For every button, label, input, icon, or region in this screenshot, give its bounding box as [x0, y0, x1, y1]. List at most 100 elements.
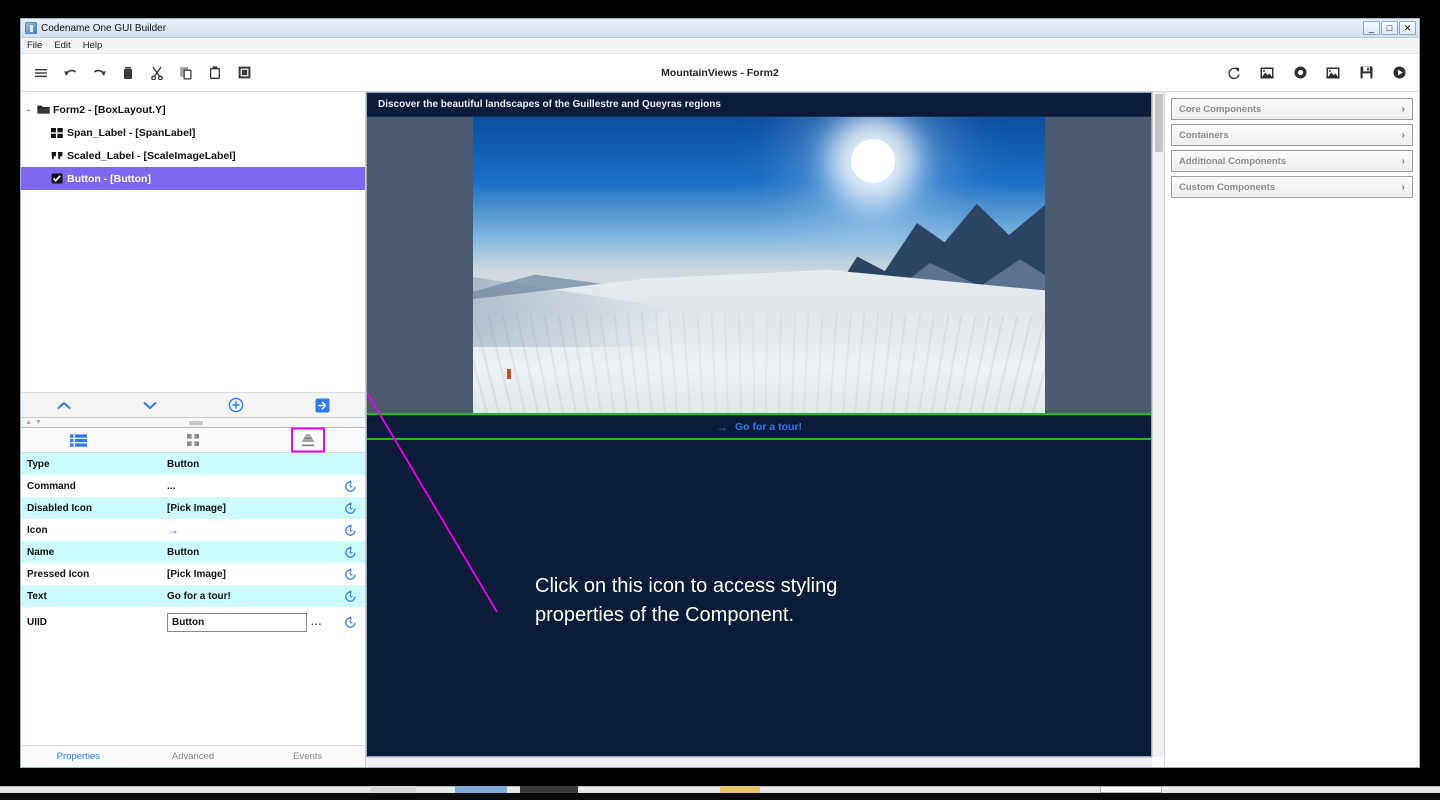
strip-thumb[interactable] — [189, 421, 203, 425]
annotation-text: Click on this icon to access styling pro… — [535, 572, 837, 630]
run-icon[interactable] — [1391, 65, 1407, 81]
canvas-horizontal-scrollbar[interactable] — [366, 757, 1152, 767]
cut-icon[interactable] — [149, 65, 165, 81]
copy-icon[interactable] — [178, 65, 194, 81]
tree-node-label: Span_Label - [SpanLabel] — [67, 126, 196, 139]
uiid-browse-button[interactable]: ... — [311, 617, 322, 628]
palette-section-core-components[interactable]: Core Components › — [1171, 98, 1413, 120]
property-value: Button — [167, 458, 200, 470]
taskbar-item[interactable] — [520, 786, 578, 793]
canvas-vertical-scrollbar[interactable] — [1152, 92, 1164, 757]
palette-section-additional-components[interactable]: Additional Components › — [1171, 150, 1413, 172]
window-controls: _ □ ✕ — [1363, 21, 1417, 35]
tree-node-label: Scaled_Label - [ScaleImageLabel] — [67, 149, 236, 162]
mini-up-caret-icon[interactable]: ▲ — [25, 419, 32, 426]
form-design-canvas[interactable]: Discover the beautiful landscapes of the… — [366, 92, 1152, 757]
revert-icon[interactable] — [335, 567, 365, 581]
property-key: Pressed Icon — [27, 568, 90, 580]
mountain-photo — [473, 117, 1045, 413]
move-down-button[interactable] — [107, 400, 193, 411]
tree-node-form2[interactable]: - Form2 - [BoxLayout.Y] — [21, 98, 365, 121]
canvas-vscroll-thumb[interactable] — [1155, 94, 1163, 152]
list-view-tab[interactable] — [21, 433, 136, 447]
maximize-button[interactable]: □ — [1381, 21, 1398, 35]
paste-icon[interactable] — [207, 65, 223, 81]
palette-section-label: Containers — [1179, 129, 1229, 141]
revert-icon[interactable] — [335, 479, 365, 493]
table-row[interactable]: Text Go for a tour! — [21, 585, 365, 607]
revert-icon[interactable] — [335, 589, 365, 603]
minimize-button[interactable]: _ — [1363, 21, 1380, 35]
taskbar-item[interactable] — [720, 786, 760, 793]
insert-container-button[interactable] — [279, 398, 365, 413]
property-value[interactable]: [Pick Image] — [167, 503, 335, 514]
revert-icon[interactable] — [335, 501, 365, 515]
tree-node-button[interactable]: Button - [Button] — [21, 167, 365, 190]
record-icon[interactable] — [1292, 65, 1308, 81]
table-row[interactable]: Disabled Icon [Pick Image] — [21, 497, 365, 519]
revert-icon[interactable] — [335, 523, 365, 537]
styling-properties-tab[interactable] — [250, 427, 365, 453]
uiid-value-cell: ... — [167, 612, 335, 632]
redo-icon[interactable] — [91, 65, 107, 81]
table-row[interactable]: Pressed Icon [Pick Image] — [21, 563, 365, 585]
refresh-icon[interactable] — [1226, 65, 1242, 81]
arrow-right-icon: → — [715, 419, 728, 434]
delete-icon[interactable] — [120, 65, 136, 81]
groomed-snow-lines — [473, 313, 1045, 413]
tree-node-span-label[interactable]: Span_Label - [SpanLabel] — [21, 121, 365, 144]
workspace: - Form2 - [BoxLayout.Y] Span_Label - [Sp… — [21, 92, 1419, 767]
table-row[interactable]: Command ... — [21, 475, 365, 497]
property-value[interactable]: Go for a tour! — [167, 591, 335, 602]
table-row[interactable]: Name Button — [21, 541, 365, 563]
table-row[interactable]: Type Button — [21, 453, 365, 475]
hamburger-menu-icon[interactable] — [33, 65, 49, 81]
property-key: Icon — [27, 524, 48, 536]
image-2-icon[interactable] — [1325, 65, 1341, 81]
tab-properties[interactable]: Properties — [21, 751, 136, 762]
add-component-button[interactable] — [193, 397, 279, 413]
taskbar-item[interactable] — [1100, 786, 1162, 793]
left-panel: - Form2 - [BoxLayout.Y] Span_Label - [Sp… — [21, 92, 366, 767]
menu-item-help[interactable]: Help — [83, 40, 103, 51]
palette-section-custom-components[interactable]: Custom Components › — [1171, 176, 1413, 198]
move-up-button[interactable] — [21, 400, 107, 411]
menu-item-edit[interactable]: Edit — [54, 40, 70, 51]
image-icon[interactable] — [1259, 65, 1275, 81]
stop-icon[interactable] — [236, 65, 252, 81]
property-key: UIID — [27, 616, 47, 628]
palette-section-containers[interactable]: Containers › — [1171, 124, 1413, 146]
table-row[interactable]: UIID ... — [21, 607, 365, 637]
property-panel-tabs: Properties Advanced Events — [21, 745, 365, 767]
property-value[interactable]: ... — [167, 481, 335, 492]
revert-icon[interactable] — [335, 545, 365, 559]
span-label-preview[interactable]: Discover the beautiful landscapes of the… — [367, 93, 1151, 117]
property-value[interactable]: Button — [167, 547, 335, 558]
folder-icon — [37, 104, 53, 115]
scale-image-label-preview[interactable] — [367, 117, 1151, 413]
mini-down-caret-icon[interactable]: ▼ — [35, 419, 42, 426]
property-value[interactable]: [Pick Image] — [167, 569, 335, 580]
tree-toggle-icon[interactable]: - — [27, 105, 37, 115]
table-row[interactable]: Icon → — [21, 519, 365, 541]
component-tree: - Form2 - [BoxLayout.Y] Span_Label - [Sp… — [21, 92, 365, 392]
undo-icon[interactable] — [62, 65, 78, 81]
taskbar-item[interactable] — [455, 786, 507, 793]
tree-node-scaled-label[interactable]: Scaled_Label - [ScaleImageLabel] — [21, 144, 365, 167]
tree-resize-strip[interactable]: ▲ ▼ — [21, 418, 365, 428]
menu-item-file[interactable]: File — [27, 40, 42, 51]
taskbar-item[interactable] — [370, 786, 416, 793]
revert-icon[interactable] — [335, 615, 365, 629]
save-icon[interactable] — [1358, 65, 1374, 81]
palette-section-label: Additional Components — [1179, 155, 1287, 167]
property-key: Command — [27, 480, 76, 492]
grid-view-tab[interactable] — [136, 434, 251, 446]
toolbar-left-group — [33, 65, 252, 81]
main-toolbar: MountainViews - Form2 — [21, 54, 1419, 92]
uiid-input[interactable] — [167, 612, 307, 632]
tab-advanced[interactable]: Advanced — [136, 751, 251, 762]
property-value-icon[interactable]: → — [167, 523, 335, 537]
button-preview[interactable]: → Go for a tour! — [367, 413, 1151, 440]
tab-events[interactable]: Events — [250, 751, 365, 762]
close-button[interactable]: ✕ — [1399, 21, 1416, 35]
